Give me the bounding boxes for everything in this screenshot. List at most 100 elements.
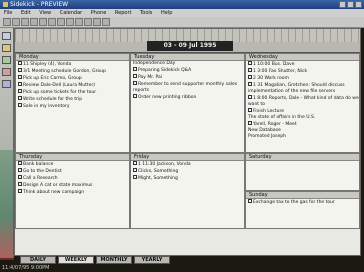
day-cell-thursday[interactable]: Thursday Bank balance Go to the Dentist … [15, 153, 130, 229]
help-icon[interactable] [102, 18, 110, 26]
checkbox-icon[interactable] [18, 75, 22, 79]
day-cell-sunday[interactable]: Sunday Exchange tax to the gas for the t… [245, 191, 360, 229]
todo-view-icon[interactable] [2, 44, 11, 52]
menu-phone[interactable]: Phone [91, 10, 107, 16]
list-item[interactable]: 1 11:30 Jackson, Vonda [131, 161, 244, 168]
calendar-icon[interactable] [66, 18, 74, 26]
list-item[interactable]: Pick up some tickets for the tour [16, 89, 129, 96]
list-item[interactable]: Think about new campaign [16, 189, 129, 196]
day-label: Tuesday [131, 54, 244, 61]
calendar-view-icon[interactable] [2, 32, 11, 40]
day-label: Wednesday [246, 54, 359, 61]
checkbox-icon[interactable] [248, 75, 252, 79]
list-item[interactable]: 1 31 Magalian, Gretchen: Should discuss … [246, 82, 359, 95]
list-item[interactable]: Yarell, Roger - Meet [246, 121, 359, 128]
status-text: 11:4/07/95 9:00PM [2, 265, 50, 271]
list-item[interactable]: Might, Something [131, 175, 244, 182]
list-item[interactable]: Design A cat or state maximus [16, 182, 129, 189]
contacts-view-icon[interactable] [2, 56, 11, 64]
list-item[interactable]: 3/1 Meeting schedule Gordon, Group [16, 68, 129, 75]
checkbox-icon[interactable] [18, 89, 22, 93]
list-item[interactable]: Order new printing ribbon [131, 94, 244, 101]
notes-icon[interactable] [84, 18, 92, 26]
save-icon[interactable] [21, 18, 29, 26]
list-item[interactable]: Call a Research [16, 175, 129, 182]
menu-edit[interactable]: Edit [21, 10, 31, 16]
list-item[interactable]: 2 30 Work room [246, 75, 359, 82]
minimize-button[interactable] [339, 1, 346, 8]
day-cell-tuesday[interactable]: Tuesday Independence Day Preparing Sidek… [130, 53, 245, 153]
open-icon[interactable] [12, 18, 20, 26]
day-cell-wednesday[interactable]: Wednesday 1 10:00 Bus. Dave 1 3:00 Fax S… [245, 53, 360, 153]
copy-icon[interactable] [48, 18, 56, 26]
find-icon[interactable] [93, 18, 101, 26]
list-item[interactable]: Bank balance [16, 161, 129, 168]
phone-view-icon[interactable] [2, 80, 11, 88]
tab-yearly[interactable]: YEARLY [134, 256, 170, 264]
maximize-button[interactable] [347, 1, 354, 8]
menu-tools[interactable]: Tools [140, 10, 152, 16]
checkbox-icon[interactable] [133, 175, 137, 179]
checkbox-icon[interactable] [18, 189, 22, 193]
checkbox-icon[interactable] [18, 68, 22, 72]
checkbox-icon[interactable] [133, 161, 137, 165]
day-cell-saturday[interactable]: Saturday [245, 153, 360, 191]
list-item[interactable]: Clicks, Something [131, 168, 244, 175]
new-icon[interactable] [3, 18, 11, 26]
paste-icon[interactable] [57, 18, 65, 26]
list-item[interactable]: Preparing Sidekick Q&A [131, 67, 244, 74]
list-item[interactable]: 1 8:00 Reports, Dale - What kind of data… [246, 95, 359, 108]
day-cell-friday[interactable]: Friday 1 11:30 Jackson, Vonda Clicks, So… [130, 153, 245, 229]
checkbox-icon[interactable] [248, 95, 252, 99]
checkbox-icon[interactable] [18, 161, 22, 165]
list-item[interactable]: Finish Lecture [246, 108, 359, 115]
list-item[interactable]: 1 3:00 Fax Shutter, Nick [246, 68, 359, 75]
checkbox-icon[interactable] [133, 81, 137, 85]
close-button[interactable] [355, 1, 362, 8]
list-item[interactable]: Promoted Joseph [246, 134, 359, 140]
checkbox-icon[interactable] [18, 182, 22, 186]
checkbox-icon[interactable] [248, 199, 252, 203]
checkbox-icon[interactable] [18, 61, 22, 65]
list-item[interactable]: Exchange tax to the gas for the tour [246, 199, 359, 206]
menu-calendar[interactable]: Calendar [60, 10, 82, 16]
tab-weekly[interactable]: WEEKLY [58, 256, 94, 264]
tab-monthly[interactable]: MONTHLY [96, 256, 132, 264]
list-item[interactable]: Pick up Eric Carmo, Group [16, 75, 129, 82]
menu-file[interactable]: File [4, 10, 12, 16]
list-item[interactable]: 11 Shipley (4), Vonda [16, 61, 129, 68]
list-item[interactable]: Write schedule for the trip [16, 96, 129, 103]
checkbox-icon[interactable] [18, 175, 22, 179]
menu-report[interactable]: Report [115, 10, 132, 16]
day-cell-monday[interactable]: Monday 11 Shipley (4), Vonda 3/1 Meeting… [15, 53, 130, 153]
list-item[interactable]: Go to the Dentist [16, 168, 129, 175]
checkbox-icon[interactable] [248, 121, 252, 125]
tab-daily[interactable]: DAILY [20, 256, 56, 264]
menu-help[interactable]: Help [161, 10, 172, 16]
list-item[interactable]: Review Dale-Dell (Laura Mutter) [16, 82, 129, 89]
checkbox-icon[interactable] [248, 61, 252, 65]
phone-icon[interactable] [75, 18, 83, 26]
checkbox-icon[interactable] [133, 74, 137, 78]
app-icon [3, 2, 8, 7]
checkbox-icon[interactable] [248, 68, 252, 72]
date-range: 03 - 09 Jul 1995 [147, 41, 233, 51]
list-item[interactable]: Remember to send supporter monthly sales… [131, 81, 244, 94]
checkbox-icon[interactable] [133, 94, 137, 98]
list-item[interactable]: Pay Mr. Pai [131, 74, 244, 81]
cut-icon[interactable] [39, 18, 47, 26]
checkbox-icon[interactable] [248, 82, 252, 86]
day-label: Saturday [246, 154, 359, 161]
checkbox-icon[interactable] [18, 168, 22, 172]
menu-view[interactable]: View [39, 10, 51, 16]
notes-view-icon[interactable] [2, 68, 11, 76]
checkbox-icon[interactable] [133, 67, 137, 71]
checkbox-icon[interactable] [18, 96, 22, 100]
list-item[interactable]: Sale in my inventory [16, 103, 129, 110]
print-icon[interactable] [30, 18, 38, 26]
checkbox-icon[interactable] [18, 103, 22, 107]
checkbox-icon[interactable] [248, 108, 252, 112]
list-item[interactable]: 1 10:00 Bus. Dave [246, 61, 359, 68]
checkbox-icon[interactable] [133, 168, 137, 172]
checkbox-icon[interactable] [18, 82, 22, 86]
